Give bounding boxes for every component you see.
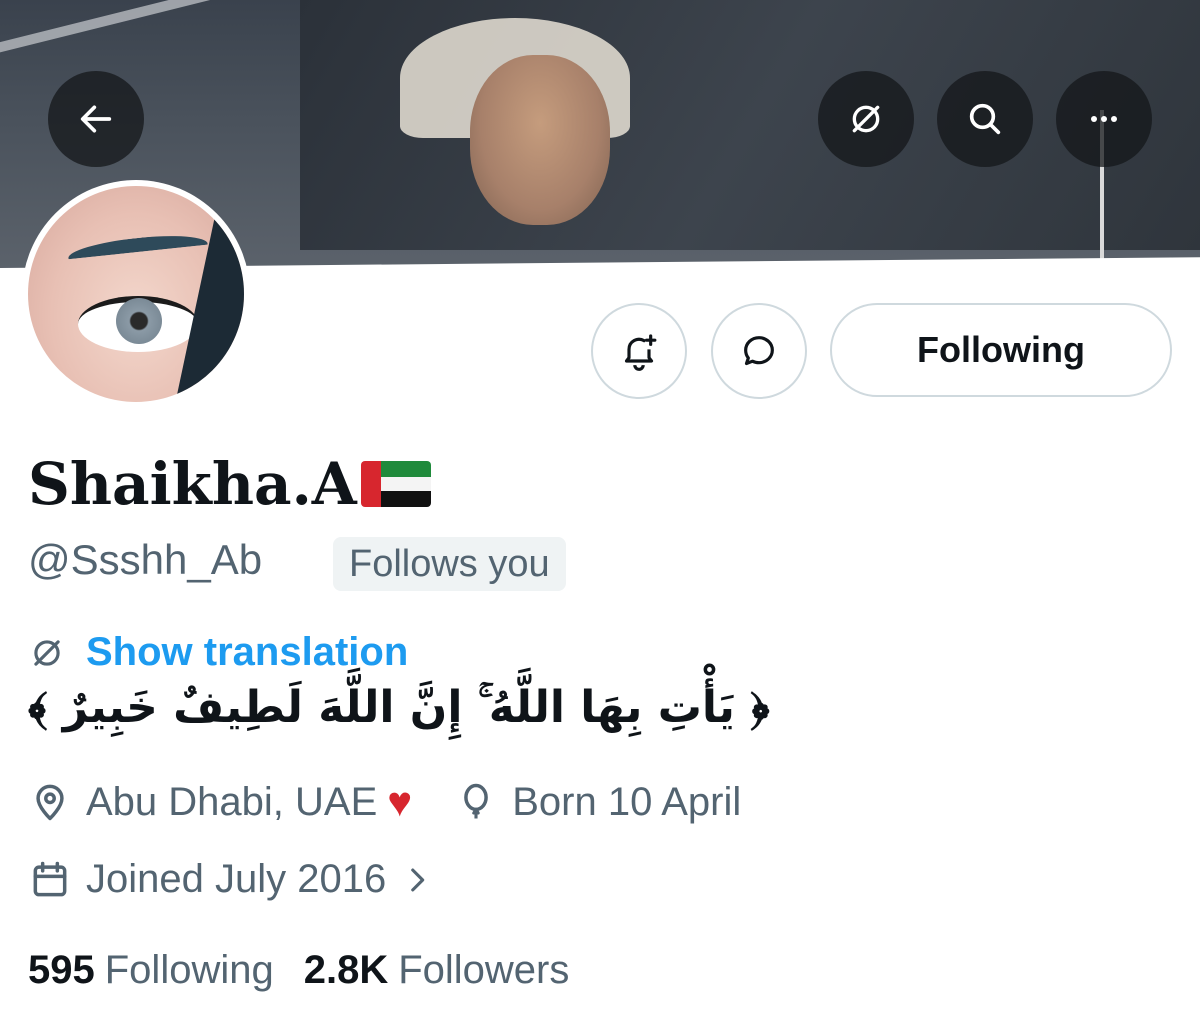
message-button[interactable] [711, 303, 807, 399]
chevron-right-icon [411, 868, 425, 891]
notifications-button[interactable] [591, 303, 687, 399]
meta-row-location: Abu Dhabi, UAE ♥ Born 10 April [28, 778, 783, 826]
heart-emoji: ♥ [387, 778, 413, 825]
translate-button[interactable] [818, 71, 914, 167]
balloon-icon [464, 783, 489, 819]
show-translation-link[interactable]: Show translation [28, 630, 408, 675]
followers-count[interactable]: 2.8K [304, 948, 389, 993]
following-count[interactable]: 595 [28, 948, 95, 993]
joined-row[interactable]: Joined July 2016 [28, 857, 448, 902]
birthday-text: Born 10 April [512, 779, 742, 824]
search-button[interactable] [937, 71, 1033, 167]
following-label[interactable]: Following [105, 948, 274, 993]
bio: ﴿ يَأْتِ بِهَا اللَّهُ ۚ إِنَّ اللَّهَ ل… [28, 682, 770, 733]
translate-icon [34, 639, 60, 666]
followers-label[interactable]: Followers [398, 948, 569, 993]
location-pin-icon [36, 784, 64, 821]
display-name: Shaikha.A [28, 450, 431, 518]
avatar-hair [174, 186, 244, 402]
calendar-icon [33, 861, 67, 896]
avatar-eyebrow [67, 230, 209, 272]
more-button[interactable] [1056, 71, 1152, 167]
location-text: Abu Dhabi, UAE [86, 779, 378, 824]
message-bubble-icon [744, 336, 774, 366]
bell-plus-icon [624, 334, 657, 371]
display-name-text: Shaikha.A [28, 450, 357, 518]
search-icon [969, 103, 1001, 135]
follow-stats: 595 Following 2.8K Followers [28, 948, 599, 993]
more-dots-icon [1091, 116, 1117, 122]
avatar-iris [116, 298, 162, 344]
location: Abu Dhabi, UAE ♥ [28, 778, 412, 826]
birthday: Born 10 April [454, 780, 741, 825]
avatar-image [28, 186, 244, 402]
uae-flag-icon [360, 461, 431, 507]
arrow-left-icon [80, 105, 112, 133]
avatar[interactable] [22, 180, 250, 408]
banner-face [470, 55, 610, 225]
user-handle: @Ssshh_Ab [28, 536, 263, 583]
following-button[interactable]: Following [830, 303, 1172, 397]
joined-text: Joined July 2016 [86, 857, 387, 901]
translate-icon [852, 105, 880, 133]
show-translation-label[interactable]: Show translation [86, 630, 408, 675]
back-button[interactable] [48, 71, 144, 167]
follows-you-badge: Follows you [333, 537, 566, 591]
